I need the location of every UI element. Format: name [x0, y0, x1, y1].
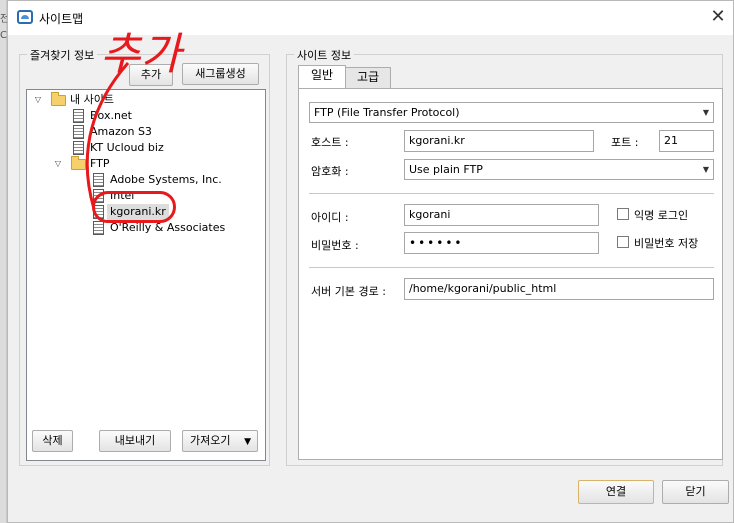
- add-button[interactable]: 추가: [129, 64, 173, 86]
- favorites-legend: 즐겨찾기 정보: [27, 47, 98, 63]
- id-field[interactable]: kgorani: [404, 204, 599, 226]
- site-doc-icon: [93, 189, 104, 203]
- server-path-value: /home/kgorani/public_html: [409, 282, 557, 295]
- password-value: ••••••: [409, 236, 464, 250]
- site-doc-icon: [73, 141, 84, 155]
- save-password-label: 비밀번호 저장: [634, 237, 699, 250]
- sitemap-dialog: 사이트맵 ✕ 즐겨찾기 정보 추가 새그룹생성 ▽ 내 사이트 Box.net …: [7, 0, 734, 523]
- tree-node-label: FTP: [90, 157, 110, 170]
- host-value: kgorani.kr: [409, 134, 465, 147]
- tree-node-label: Intel: [110, 189, 135, 202]
- encryption-value: Use plain FTP: [409, 163, 483, 176]
- connect-button[interactable]: 연결: [578, 480, 654, 504]
- export-button[interactable]: 내보내기: [99, 430, 171, 452]
- password-field[interactable]: ••••••: [404, 232, 599, 254]
- anonymous-login-label: 익명 로그인: [634, 209, 689, 222]
- server-path-field[interactable]: /home/kgorani/public_html: [404, 278, 714, 300]
- site-doc-icon: [73, 125, 84, 139]
- dropdown-arrow-icon: ▼: [702, 165, 709, 174]
- site-info-legend: 사이트 정보: [294, 47, 355, 63]
- collapse-icon[interactable]: ▽: [33, 95, 43, 105]
- tree-node-label: KT Ucloud biz: [90, 141, 164, 154]
- anonymous-login-checkbox[interactable]: [617, 208, 629, 220]
- protocol-select[interactable]: FTP (File Transfer Protocol) ▼: [309, 102, 714, 123]
- port-value: 21: [664, 134, 678, 147]
- title-bar: 사이트맵 ✕: [8, 1, 733, 35]
- separator: [309, 267, 714, 268]
- tree-node-label: 내 사이트: [70, 93, 114, 106]
- cloud-app-icon: [17, 10, 33, 24]
- edge-char: C: [0, 30, 7, 41]
- import-button-label: 가져오기: [190, 434, 231, 447]
- new-group-button[interactable]: 새그룹생성: [182, 63, 259, 85]
- window-title: 사이트맵: [39, 12, 84, 26]
- protocol-value: FTP (File Transfer Protocol): [314, 106, 460, 119]
- close-button[interactable]: 닫기: [662, 480, 729, 504]
- folder-icon: [71, 156, 86, 170]
- dropdown-arrow-icon: ▼: [702, 108, 709, 117]
- port-field[interactable]: 21: [659, 130, 714, 152]
- tab-general[interactable]: 일반: [298, 65, 346, 88]
- port-label: 포트 :: [611, 136, 639, 149]
- delete-button[interactable]: 삭제: [32, 430, 73, 452]
- general-tab-panel: FTP (File Transfer Protocol) ▼ 호스트 : kgo…: [298, 88, 723, 460]
- host-field[interactable]: kgorani.kr: [404, 130, 594, 152]
- background-window-edge: 전 C: [0, 0, 9, 523]
- server-path-label: 서버 기본 경로 :: [311, 285, 386, 298]
- tab-advanced[interactable]: 고급: [345, 67, 391, 88]
- encryption-label: 암호화 :: [311, 165, 349, 178]
- password-label: 비밀번호 :: [311, 239, 359, 252]
- id-label: 아이디 :: [311, 211, 349, 224]
- collapse-icon[interactable]: ▽: [53, 159, 63, 169]
- id-value: kgorani: [409, 208, 451, 221]
- tree-node-label: Adobe Systems, Inc.: [110, 173, 222, 186]
- site-doc-icon: [93, 221, 104, 235]
- site-doc-icon: [73, 109, 84, 123]
- dropdown-caret-icon: ▼: [244, 437, 251, 447]
- separator: [309, 193, 714, 194]
- tree-node-label: Box.net: [90, 109, 132, 122]
- encryption-select[interactable]: Use plain FTP ▼: [404, 159, 714, 180]
- tree-node-label: Amazon S3: [90, 125, 152, 138]
- site-doc-icon: [93, 205, 104, 219]
- save-password-checkbox[interactable]: [617, 236, 629, 248]
- import-button[interactable]: 가져오기 ▼: [182, 430, 258, 452]
- tree-node-label: kgorani.kr: [107, 204, 169, 220]
- site-doc-icon: [93, 173, 104, 187]
- site-tree[interactable]: ▽ 내 사이트 Box.net Amazon S3 KT Ucloud biz …: [26, 89, 266, 461]
- folder-icon: [51, 92, 66, 106]
- close-icon[interactable]: ✕: [707, 7, 729, 29]
- host-label: 호스트 :: [311, 136, 349, 149]
- tree-node-label: O'Reilly & Associates: [110, 221, 226, 234]
